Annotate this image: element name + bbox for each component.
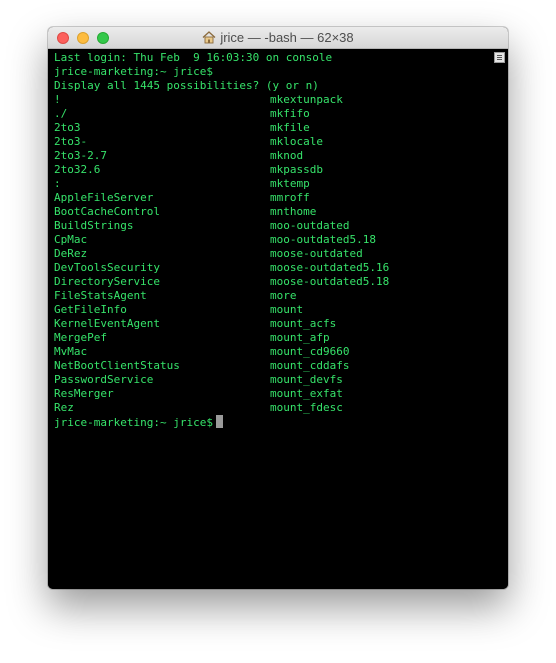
terminal-content[interactable]: Last login: Thu Feb 9 16:03:30 on consol…: [48, 49, 492, 589]
completion-item: DirectoryService: [54, 275, 160, 288]
window-title: jrice — -bash — 62×38: [220, 30, 354, 45]
completion-row: 2to3- mklocale: [54, 135, 492, 149]
completion-item: mmroff: [270, 191, 310, 204]
completion-item: moose-outdated: [270, 247, 363, 260]
completion-item: !: [54, 93, 61, 106]
completion-item: mnthome: [270, 205, 317, 218]
completion-row: 2to32.6 mkpassdb: [54, 163, 492, 177]
completion-item: mklocale: [270, 135, 323, 148]
title-bar[interactable]: jrice — -bash — 62×38: [48, 27, 508, 49]
completion-item: CpMac: [54, 233, 88, 246]
home-icon: [202, 29, 216, 51]
completion-row: DevToolsSecurity moose-outdated5.16: [54, 261, 492, 275]
completion-item: GetFileInfo: [54, 303, 127, 316]
completion-item: MergePef: [54, 331, 107, 344]
completion-item: :: [54, 177, 61, 190]
terminal-line: Last login: Thu Feb 9 16:03:30 on consol…: [54, 51, 333, 64]
terminal-window: jrice — -bash — 62×38 Last login: Thu Fe…: [48, 27, 508, 589]
completion-row: MergePef mount_afp: [54, 331, 492, 345]
completion-row: MvMac mount_cd9660: [54, 345, 492, 359]
completion-row: 2to3 mkfile: [54, 121, 492, 135]
completion-item: NetBootClientStatus: [54, 359, 180, 372]
completion-item: moose-outdated5.18: [270, 275, 390, 288]
completion-item: mkfifo: [270, 107, 310, 120]
completion-item: moo-outdated: [270, 219, 350, 232]
completion-item: AppleFileServer: [54, 191, 154, 204]
completion-item: mktemp: [270, 177, 310, 190]
completion-row: AppleFileServer mmroff: [54, 191, 492, 205]
completion-row: NetBootClientStatus mount_cddafs: [54, 359, 492, 373]
text-cursor: [215, 415, 223, 428]
completion-item: DevToolsSecurity: [54, 261, 160, 274]
completion-item: 2to3: [54, 121, 81, 134]
completion-item: FileStatsAgent: [54, 289, 147, 302]
completion-row: FileStatsAgent more: [54, 289, 492, 303]
completion-item: DeRez: [54, 247, 88, 260]
scrollbar-menu-icon[interactable]: [494, 52, 505, 63]
completion-item: ./: [54, 107, 68, 120]
completion-item: mount_cd9660: [270, 345, 350, 358]
completion-row: 2to3-2.7 mknod: [54, 149, 492, 163]
completion-row: Rez mount_fdesc: [54, 401, 492, 415]
completion-item: Rez: [54, 401, 74, 414]
completion-row: : mktemp: [54, 177, 492, 191]
completion-item: 2to3-: [54, 135, 88, 148]
completion-item: mount_cddafs: [270, 359, 350, 372]
completion-item: moo-outdated5.18: [270, 233, 376, 246]
terminal-line: jrice-marketing:~ jrice$: [54, 65, 213, 78]
completion-item: BootCacheControl: [54, 205, 160, 218]
completion-row: PasswordService mount_devfs: [54, 373, 492, 387]
completion-item: mount_acfs: [270, 317, 337, 330]
completion-row: GetFileInfo mount: [54, 303, 492, 317]
scrollbar[interactable]: [492, 49, 508, 589]
completion-row: BootCacheControl mnthome: [54, 205, 492, 219]
completion-item: PasswordService: [54, 373, 154, 386]
completion-item: mount_afp: [270, 331, 330, 344]
completion-item: more: [270, 289, 297, 302]
shell-prompt: jrice-marketing:~ jrice$: [54, 416, 213, 429]
completion-item: moose-outdated5.16: [270, 261, 390, 274]
completion-item: mkpassdb: [270, 163, 323, 176]
completion-item: mount_exfat: [270, 387, 343, 400]
completion-item: 2to3-2.7: [54, 149, 107, 162]
prompt-line: jrice-marketing:~ jrice$: [54, 415, 492, 429]
completion-row: BuildStrings moo-outdated: [54, 219, 492, 233]
completion-row: ResMerger mount_exfat: [54, 387, 492, 401]
window-title-container: jrice — -bash — 62×38: [48, 27, 508, 49]
completion-item: BuildStrings: [54, 219, 134, 232]
completion-row: ./ mkfifo: [54, 107, 492, 121]
completion-item: mkextunpack: [270, 93, 343, 106]
completion-item: ResMerger: [54, 387, 114, 400]
completion-item: mount_devfs: [270, 373, 343, 386]
terminal-line: Display all 1445 possibilities? (y or n): [54, 79, 319, 92]
completion-item: MvMac: [54, 345, 88, 358]
completion-item: mkfile: [270, 121, 310, 134]
completion-item: mount: [270, 303, 304, 316]
completion-row: DirectoryService moose-outdated5.18: [54, 275, 492, 289]
completion-row: DeRez moose-outdated: [54, 247, 492, 261]
completion-row: CpMac moo-outdated5.18: [54, 233, 492, 247]
completion-item: mount_fdesc: [270, 401, 343, 414]
completion-item: mknod: [270, 149, 304, 162]
completion-item: KernelEventAgent: [54, 317, 160, 330]
completion-row: KernelEventAgent mount_acfs: [54, 317, 492, 331]
completion-row: ! mkextunpack: [54, 93, 492, 107]
completion-item: 2to32.6: [54, 163, 101, 176]
